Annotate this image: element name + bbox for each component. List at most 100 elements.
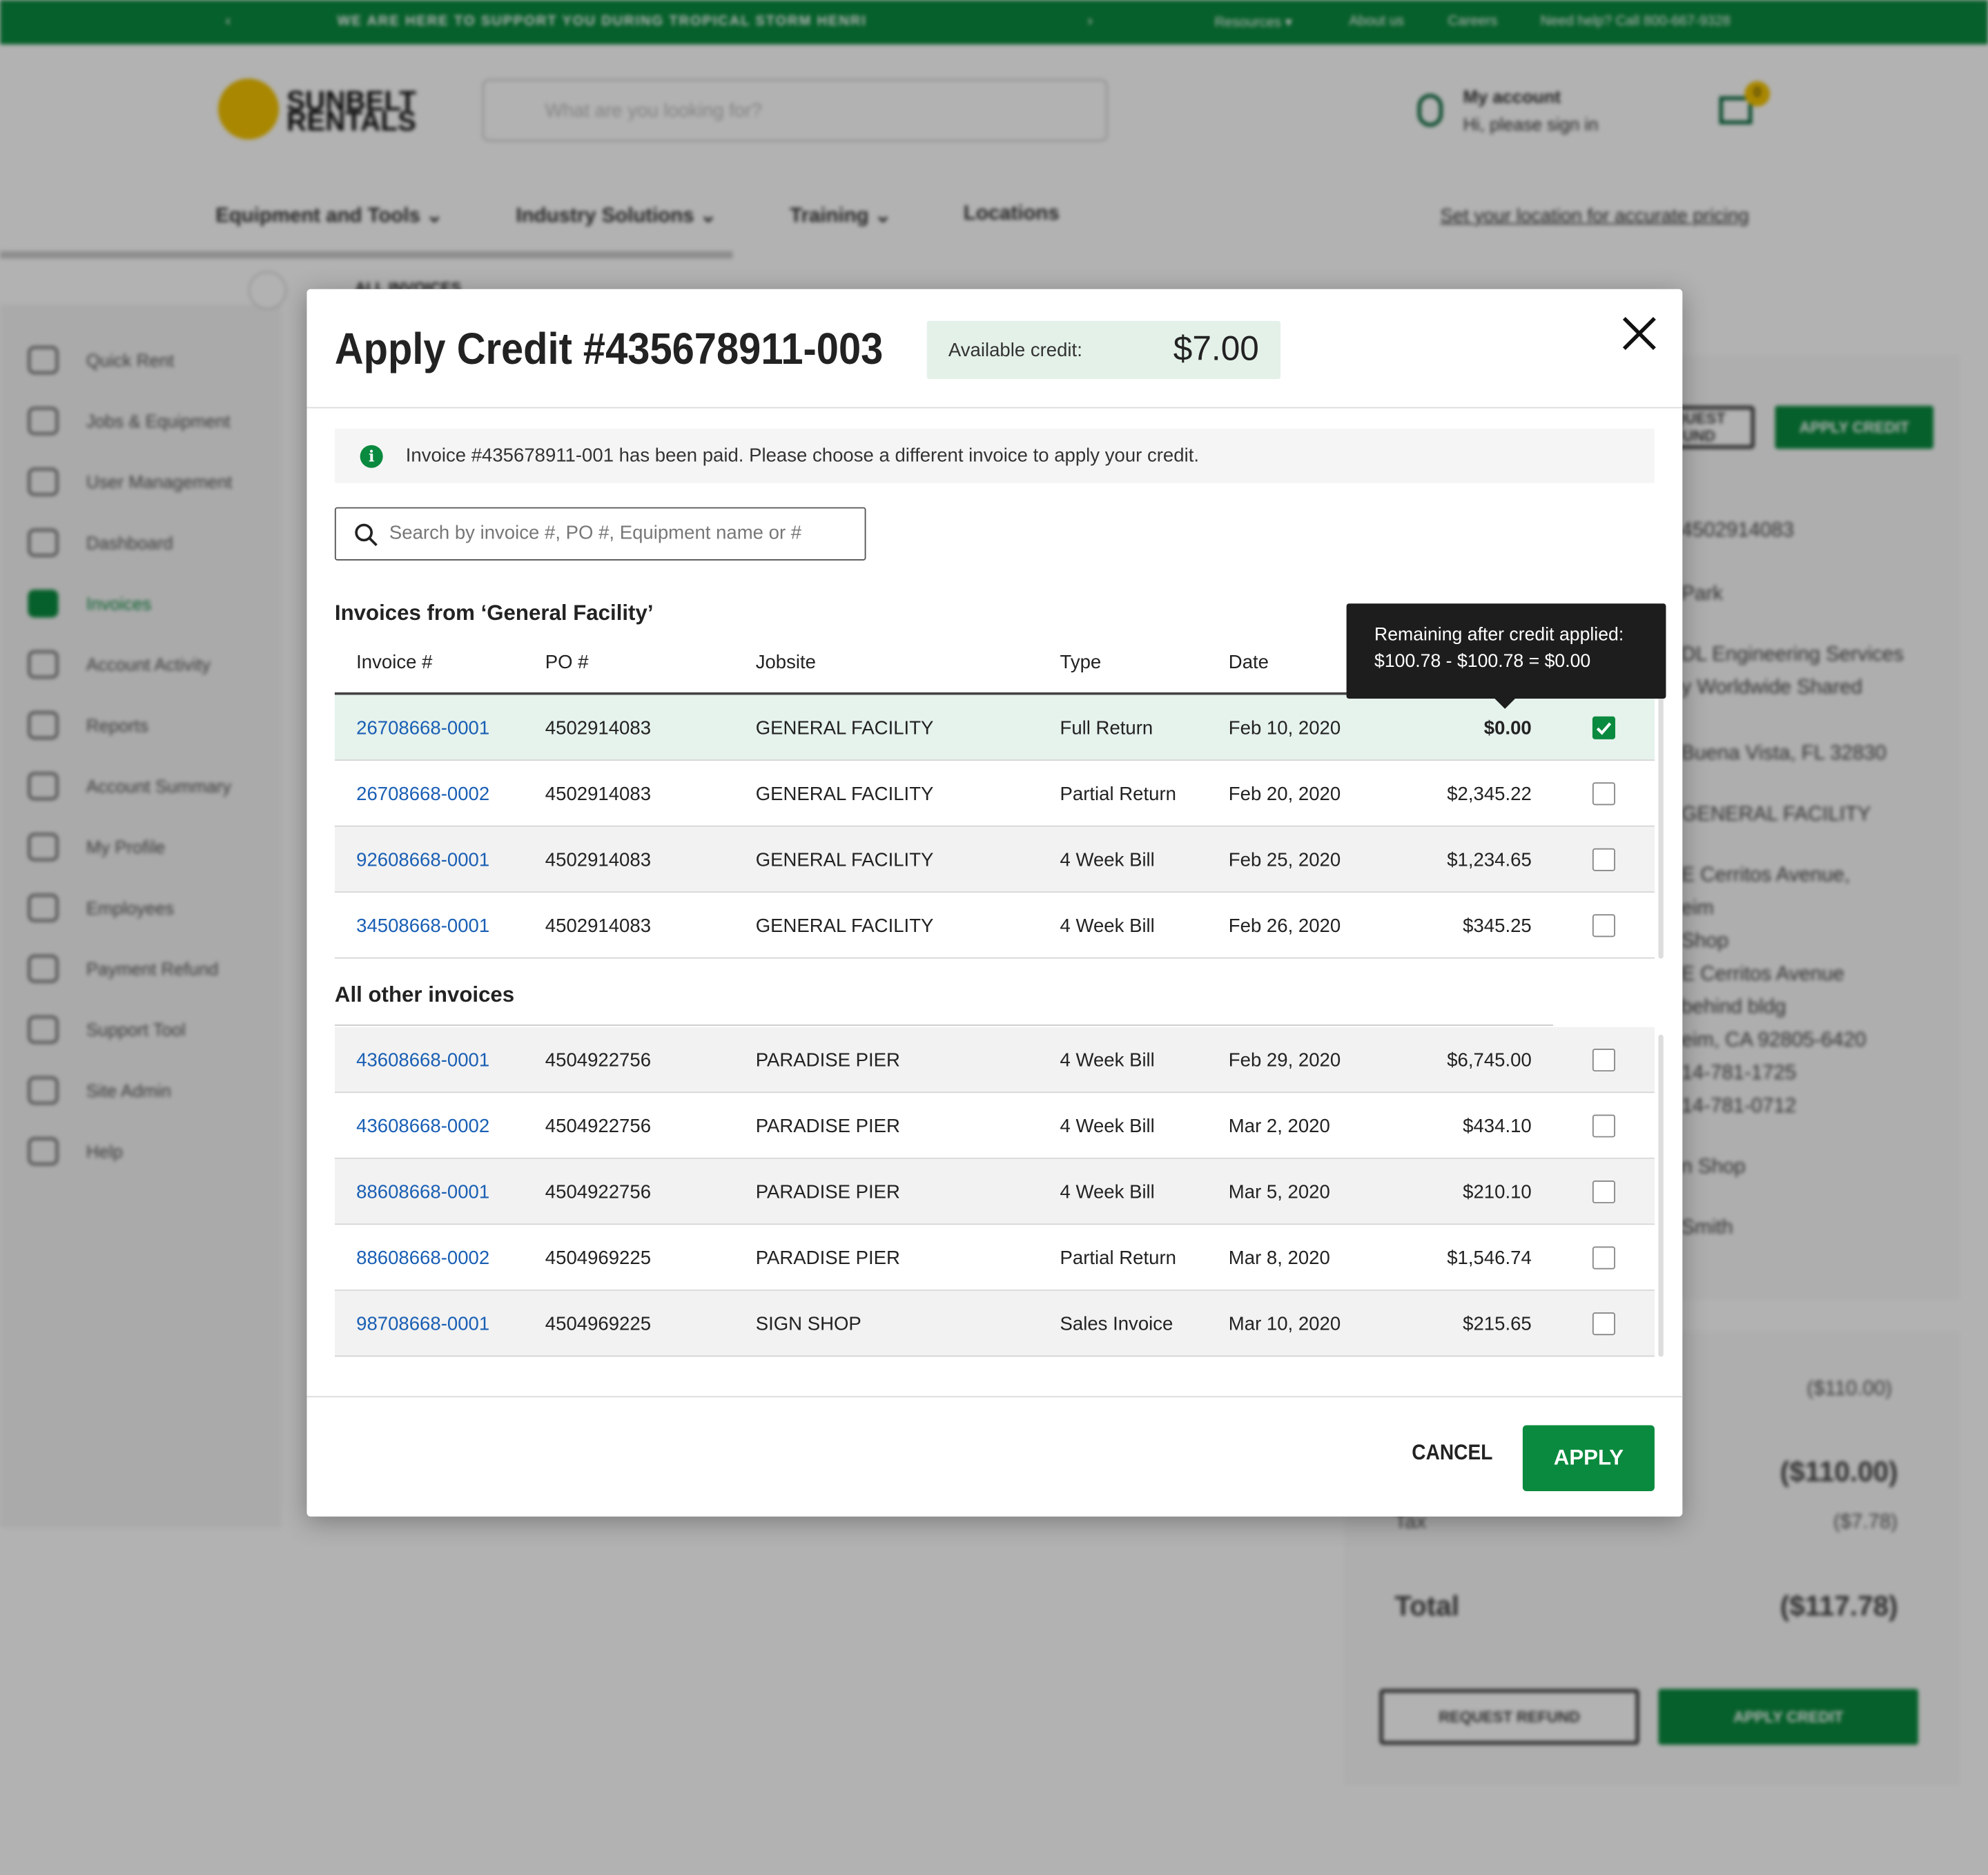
info-banner: i Invoice #435678911-001 has been paid. … [334,428,1655,483]
invoice-type: 4 Week Bill [1060,1049,1155,1072]
select-invoice-checkbox[interactable] [1592,1246,1615,1270]
invoice-link[interactable]: 98708668-0001 [356,1314,489,1335]
invoice-date: Feb 25, 2020 [1228,849,1341,871]
scrollbar[interactable] [1658,1034,1664,1357]
invoice-date: Mar 2, 2020 [1228,1116,1330,1138]
po-number: 4504969225 [545,1313,652,1336]
invoice-type: Sales Invoice [1060,1313,1173,1336]
invoice-link[interactable]: 26708668-0002 [356,784,489,805]
search-placeholder: Search by invoice #, PO #, Equipment nam… [389,522,802,544]
select-invoice-checkbox[interactable] [1592,1180,1615,1204]
remaining-credit-tooltip: Remaining after credit applied: $100.78 … [1346,603,1666,709]
invoice-link[interactable]: 88608668-0002 [356,1247,489,1269]
jobsite: GENERAL FACILITY [755,915,934,938]
tooltip-line1: Remaining after credit applied: [1374,625,1624,645]
select-invoice-checkbox[interactable] [1592,848,1615,871]
invoice-amount: $434.10 [1463,1116,1532,1138]
apply-credit-modal: Apply Credit #435678911-003 Available cr… [306,289,1683,1517]
checkmark-icon [1596,722,1612,735]
invoice-date: Mar 8, 2020 [1228,1247,1330,1270]
info-icon: i [360,445,383,468]
invoice-type: 4 Week Bill [1060,1116,1155,1138]
po-number: 4502914083 [545,915,652,938]
invoice-link[interactable]: 88608668-0001 [356,1182,489,1203]
available-credit-box: Available credit: $7.00 [926,320,1281,380]
select-invoice-checkbox[interactable] [1592,1312,1615,1336]
po-number: 4504922756 [545,1049,652,1072]
invoice-link[interactable]: 43608668-0002 [356,1116,489,1137]
select-invoice-checkbox[interactable] [1592,782,1615,806]
po-number: 4504969225 [545,1247,652,1270]
invoice-date: Feb 10, 2020 [1228,717,1341,739]
jobsite: GENERAL FACILITY [755,784,934,806]
search-icon [355,523,378,547]
invoice-type: Partial Return [1060,784,1176,806]
section-title-general-facility: Invoices from ‘General Facility’ [334,601,654,625]
divider [306,1396,1683,1398]
jobsite: PARADISE PIER [755,1247,900,1270]
divider [306,407,1683,409]
column-header-po: PO # [545,652,589,674]
po-number: 4504922756 [545,1116,652,1138]
table-row[interactable]: 88608668-0001 4504922756 PARADISE PIER 4 We… [334,1158,1655,1225]
invoice-link[interactable]: 26708668-0001 [356,718,489,739]
invoice-date: Mar 5, 2020 [1228,1181,1330,1204]
jobsite: GENERAL FACILITY [755,849,934,871]
jobsite: GENERAL FACILITY [755,717,934,739]
modal-title: Apply Credit #435678911-003 [334,324,884,374]
invoice-amount: $215.65 [1463,1313,1532,1336]
invoice-amount: $1,546.74 [1447,1247,1532,1270]
invoice-amount: $1,234.65 [1447,849,1532,871]
select-invoice-checkbox[interactable] [1592,716,1615,739]
table-row[interactable]: 26708668-0001 4502914083 GENERAL FACILITY F… [334,694,1655,761]
po-number: 4502914083 [545,717,652,739]
close-icon[interactable] [1620,315,1658,353]
invoice-amount: $345.25 [1463,915,1532,938]
po-number: 4502914083 [545,784,652,806]
po-number: 4504922756 [545,1181,652,1204]
select-invoice-checkbox[interactable] [1592,1114,1615,1138]
invoice-link[interactable]: 92608668-0001 [356,850,489,871]
table-row[interactable]: 34508668-0001 4502914083 GENERAL FACILITY 4… [334,893,1655,959]
table-row[interactable]: 26708668-0002 4502914083 GENERAL FACILITY P… [334,761,1655,827]
invoice-type: 4 Week Bill [1060,1181,1155,1204]
table-row[interactable]: 88608668-0002 4504969225 PARADISE PIER Part… [334,1225,1655,1291]
tooltip-line2: $100.78 - $100.78 = $0.00 [1374,652,1591,672]
jobsite: PARADISE PIER [755,1049,900,1072]
table-row[interactable]: 98708668-0001 4504969225 SIGN SHOP Sales In… [334,1290,1655,1357]
table-row[interactable]: 43608668-0002 4504922756 PARADISE PIER 4 We… [334,1093,1655,1159]
invoice-type: Partial Return [1060,1247,1176,1270]
column-header-date: Date [1228,652,1269,674]
scrollbar[interactable] [1658,694,1664,959]
section-title-other-invoices: All other invoices [334,982,515,1007]
column-header-type: Type [1060,652,1102,674]
invoice-date: Feb 20, 2020 [1228,784,1341,806]
select-invoice-checkbox[interactable] [1592,1048,1615,1072]
jobsite: SIGN SHOP [755,1313,861,1336]
info-message: Invoice #435678911-001 has been paid. Pl… [405,445,1200,467]
invoice-search-input[interactable]: Search by invoice #, PO #, Equipment nam… [334,507,866,561]
invoice-amount: $6,745.00 [1447,1049,1532,1072]
column-header-invoice: Invoice # [356,652,433,674]
invoice-amount: $2,345.22 [1447,784,1532,806]
table-row[interactable]: 43608668-0001 4504922756 PARADISE PIER 4 We… [334,1027,1655,1094]
invoice-type: Full Return [1060,717,1153,739]
po-number: 4502914083 [545,849,652,871]
invoice-link[interactable]: 34508668-0001 [356,915,489,937]
invoice-amount: $210.10 [1463,1181,1532,1204]
invoice-date: Mar 10, 2020 [1228,1313,1341,1336]
jobsite: PARADISE PIER [755,1181,900,1204]
cancel-button[interactable]: CANCEL [1412,1441,1492,1466]
invoice-link[interactable]: 43608668-0001 [356,1050,489,1071]
invoice-date: Feb 26, 2020 [1228,915,1341,938]
select-invoice-checkbox[interactable] [1592,914,1615,938]
invoice-date: Feb 29, 2020 [1228,1049,1341,1072]
jobsite: PARADISE PIER [755,1116,900,1138]
invoice-amount: $0.00 [1483,717,1532,739]
column-header-jobsite: Jobsite [755,652,816,674]
available-credit-label: Available credit: [948,340,1082,362]
invoice-type: 4 Week Bill [1060,915,1155,938]
apply-button[interactable]: APPLY [1522,1425,1655,1491]
table-row[interactable]: 92608668-0001 4502914083 GENERAL FACILITY 4… [334,826,1655,893]
divider [334,1024,1553,1026]
